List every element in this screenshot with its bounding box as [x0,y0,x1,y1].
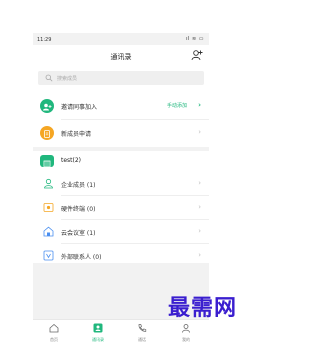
add-user-icon[interactable] [191,49,203,61]
hardware-terminals-label: 硬件终端 (0) [61,206,96,213]
tab-label: 通讯录 [92,337,104,342]
group-icon [40,155,54,168]
new-member-label: 新成员申请 [61,131,92,138]
contacts-icon [93,323,103,333]
external-contacts-label: 外部联系人 (0) [61,254,102,261]
status-time: 11:29 [37,37,52,43]
phone-icon [138,324,147,332]
tab-contacts[interactable]: 通讯录 [87,323,109,343]
group-header[interactable]: test(2) [33,151,209,171]
new-member-requests-row[interactable]: 新成员申请 › [33,120,209,146]
search-area: 搜索成员 [33,67,209,91]
chevron-right-icon: › [198,179,201,187]
group-name: test(2) [61,157,82,164]
tab-home[interactable]: 首页 [43,323,65,343]
external-contact-icon [43,250,54,261]
bottom-tab-bar: 首页 通讯录 通话 我的 [33,319,209,343]
manual-add-link[interactable]: 手动添加 [167,102,187,109]
tab-calls[interactable]: 通话 [131,323,153,343]
application-icon [40,126,54,140]
room-icon [43,226,54,237]
search-input[interactable]: 搜索成员 [38,71,204,85]
status-indicators: ıl ≋ ▭ [186,36,204,42]
cloud-meeting-rooms-label: 云会议室 (1) [61,230,96,237]
device-icon [43,203,54,212]
enterprise-members-label: 企业成员 (1) [61,182,96,189]
nav-header: 通讯录 [33,45,209,67]
chevron-right-icon: › [198,227,201,235]
page-title: 通讯录 [110,53,132,61]
search-placeholder: 搜索成员 [57,76,78,82]
home-icon [49,323,59,333]
tab-label: 首页 [50,337,58,342]
invite-user-icon [40,99,54,113]
chevron-right-icon: › [198,128,201,136]
hardware-terminals-row[interactable]: 硬件终端 (0) › [33,196,209,219]
chevron-right-icon: › [198,101,201,109]
search-icon [45,74,53,82]
cloud-meeting-rooms-row[interactable]: 云会议室 (1) › [33,220,209,243]
invite-colleagues-row[interactable]: 邀请同事加入 手动添加 › [33,93,209,119]
group-section: test(2) 企业成员 (1) › 硬件终端 (0) › 云会议室 (1) ›… [33,151,209,263]
watermark-text: 最需网 [168,295,238,321]
invite-label: 邀请同事加入 [61,104,98,111]
chevron-right-icon: › [198,251,201,259]
tab-label: 我的 [182,337,190,342]
chevron-right-icon: › [198,203,201,211]
status-bar: 11:29 ıl ≋ ▭ [33,33,209,45]
profile-icon [182,324,190,333]
person-icon [44,178,53,189]
external-contacts-row[interactable]: 外部联系人 (0) › [33,244,209,267]
action-list: 邀请同事加入 手动添加 › 新成员申请 › [33,91,209,147]
tab-label: 通话 [138,337,146,342]
tab-profile[interactable]: 我的 [175,323,197,343]
enterprise-members-row[interactable]: 企业成员 (1) › [33,172,209,195]
